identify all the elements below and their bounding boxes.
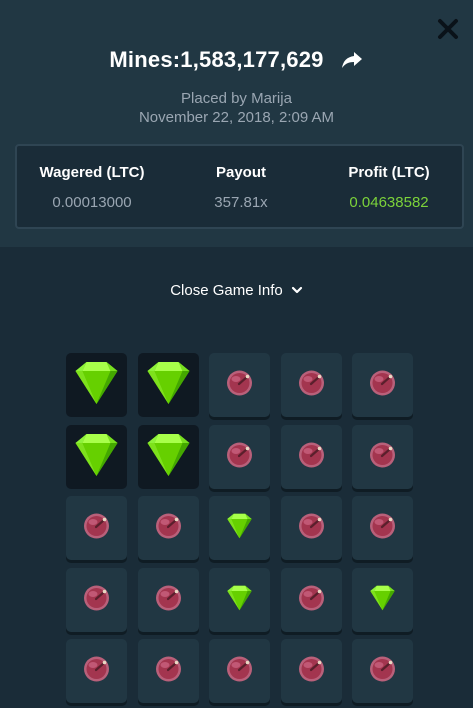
- chevron-down-icon: [291, 286, 302, 294]
- board-tile-mine[interactable]: [209, 424, 270, 489]
- close-button[interactable]: [433, 14, 463, 44]
- mine-icon: [370, 513, 395, 539]
- board-tile-gem[interactable]: [352, 567, 413, 632]
- toggle-label: Close Game Info: [170, 281, 283, 299]
- mine-icon: [155, 585, 181, 610]
- share-arrow-icon[interactable]: [340, 49, 364, 71]
- close-game-info-toggle[interactable]: Close Game Info: [0, 280, 473, 300]
- board-tile-gem[interactable]: [209, 567, 270, 632]
- board-tile-mine[interactable]: [66, 496, 127, 560]
- gem-icon: [370, 585, 395, 610]
- gem-icon: [147, 362, 189, 404]
- mine-icon: [370, 656, 395, 682]
- mine-icon: [84, 585, 109, 610]
- board-tile-mine[interactable]: [209, 353, 270, 417]
- board-tile-gem-revealed[interactable]: [66, 424, 127, 489]
- profit-value: 0.04638582: [349, 194, 429, 211]
- mine-icon: [298, 585, 324, 610]
- board-tile-mine[interactable]: [209, 639, 270, 703]
- mine-icon: [370, 442, 395, 467]
- placed-by: Placed by Marija: [181, 90, 292, 107]
- board-tile-mine[interactable]: [352, 496, 413, 560]
- mine-icon: [227, 370, 252, 396]
- gem-icon: [75, 433, 118, 476]
- mine-icon: [298, 513, 324, 539]
- mine-icon: [298, 370, 324, 396]
- mine-icon: [298, 442, 324, 467]
- board-tile-mine[interactable]: [280, 567, 342, 632]
- mine-icon: [84, 656, 109, 682]
- payout-value: 357.81x: [214, 194, 268, 211]
- board-tile-mine[interactable]: [137, 496, 199, 560]
- wagered-label: Wagered (LTC): [39, 164, 145, 181]
- board-tile-mine[interactable]: [352, 424, 413, 489]
- close-icon: [438, 19, 458, 39]
- bet-header: Mines:1,583,177,629 Placed by Marija Nov…: [0, 0, 473, 247]
- bet-date: November 22, 2018, 2:09 AM: [138, 109, 335, 126]
- board-tile-mine[interactable]: [280, 639, 342, 703]
- board-tile-gem-revealed[interactable]: [137, 353, 199, 417]
- payout-label: Payout: [215, 164, 266, 181]
- board-tile-mine[interactable]: [280, 424, 342, 489]
- wagered-value: 0.00013000: [52, 194, 132, 211]
- board-tile-mine[interactable]: [280, 353, 342, 417]
- gem-icon: [147, 433, 189, 476]
- stats-panel: Wagered (LTC) 0.00013000 Payout 357.81x …: [15, 144, 464, 229]
- board-tile-mine[interactable]: [280, 496, 342, 560]
- gem-icon: [227, 585, 252, 610]
- board-tile-mine[interactable]: [352, 353, 413, 417]
- mine-icon: [155, 656, 181, 682]
- gem-icon: [75, 362, 118, 404]
- board-tile-mine[interactable]: [66, 567, 127, 632]
- board-tile-gem-revealed[interactable]: [66, 353, 127, 417]
- board-tile-mine[interactable]: [137, 639, 199, 703]
- mine-icon: [84, 513, 109, 539]
- board-tile-gem[interactable]: [209, 496, 270, 560]
- board-tile-mine[interactable]: [352, 639, 413, 703]
- mine-icon: [370, 370, 395, 396]
- bet-title: Mines:1,583,177,629: [109, 47, 324, 72]
- board-tile-gem-revealed[interactable]: [137, 424, 199, 489]
- mine-icon: [227, 656, 252, 682]
- board-tile-mine[interactable]: [137, 567, 199, 632]
- profit-label: Profit (LTC): [348, 164, 430, 181]
- mine-icon: [298, 656, 324, 682]
- board-tile-mine[interactable]: [66, 639, 127, 703]
- gem-icon: [227, 513, 252, 539]
- mine-icon: [155, 513, 181, 539]
- mine-icon: [227, 442, 252, 467]
